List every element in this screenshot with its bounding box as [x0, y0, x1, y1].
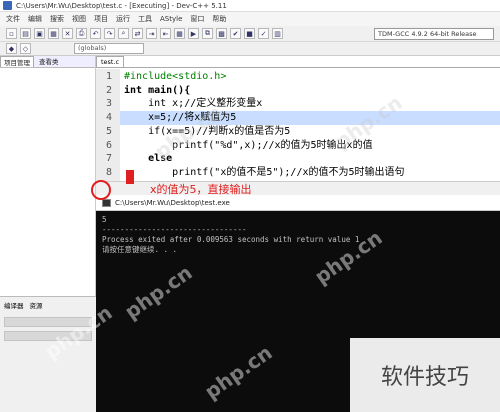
console-prompt: 请按任意键继续. . .	[102, 245, 178, 254]
line-number: 4	[105, 112, 112, 123]
project-panel: 项目管理 查看类 编译器 资源	[0, 56, 96, 412]
undo-icon[interactable]: ↶	[90, 28, 101, 39]
title-bar: C:\Users\Mr.Wu\Desktop\test.c - [Executi…	[0, 0, 500, 12]
line-number: 1	[105, 71, 112, 82]
tab-class-browser[interactable]: 查看类	[36, 56, 62, 67]
menu-astyle[interactable]: AStyle	[160, 15, 182, 23]
annotation-marker	[126, 170, 134, 184]
tab-resources[interactable]: 资源	[30, 300, 43, 310]
class-icon[interactable]: ◆	[6, 43, 17, 54]
code-line[interactable]: int main(){	[124, 84, 190, 98]
code-editor[interactable]: test.c 1 #include<stdio.h> 2 int main(){…	[96, 56, 500, 181]
code-line[interactable]: printf("x的值不是5");//x的值不为5时输出语句	[124, 166, 404, 180]
tab-compiler[interactable]: 编译器	[4, 300, 24, 310]
line-number: 3	[105, 98, 112, 109]
menu-run[interactable]: 运行	[116, 14, 130, 24]
check-icon[interactable]: ✔	[230, 28, 241, 39]
class-toolbar: ◆ ◇ (globals)	[0, 42, 500, 56]
member-icon[interactable]: ◇	[20, 43, 31, 54]
line-number: 7	[105, 153, 112, 164]
rebuild-icon[interactable]: ▩	[216, 28, 227, 39]
menu-help[interactable]: 帮助	[212, 14, 226, 24]
find-icon[interactable]: ⌕	[118, 28, 129, 39]
run-icon[interactable]: ▶	[188, 28, 199, 39]
stop-icon[interactable]: ■	[244, 28, 255, 39]
console-output-value: 5	[102, 215, 107, 224]
menu-project[interactable]: 项目	[94, 14, 108, 24]
console-separator: --------------------------------	[102, 225, 247, 234]
highlight-circle	[91, 180, 111, 200]
devcpp-app-icon	[3, 1, 12, 10]
menu-bar: 文件 编辑 搜索 视图 项目 运行 工具 AStyle 窗口 帮助	[0, 12, 500, 26]
brand-text: 软件技巧	[380, 365, 469, 390]
code-line[interactable]: #include<stdio.h>	[124, 70, 226, 84]
open-icon[interactable]: ▤	[20, 28, 31, 39]
project-panel-tabs: 项目管理 查看类	[0, 56, 95, 68]
brand-watermark: 软件技巧	[350, 338, 500, 412]
unindent-icon[interactable]: ⇤	[160, 28, 171, 39]
scope-select[interactable]: (globals)	[74, 43, 144, 54]
menu-file[interactable]: 文件	[6, 14, 20, 24]
menu-tools[interactable]: 工具	[138, 14, 152, 24]
code-line[interactable]: int x;//定义整形变量x	[124, 97, 262, 111]
menu-window[interactable]: 窗口	[190, 14, 204, 24]
console-title-bar: C:\Users\Mr.Wu\Desktop\test.exe	[96, 196, 500, 211]
console-title: C:\Users\Mr.Wu\Desktop\test.exe	[115, 199, 230, 207]
chart-icon[interactable]: ▥	[272, 28, 283, 39]
window-title: C:\Users\Mr.Wu\Desktop\test.c - [Executi…	[16, 1, 227, 10]
line-number: 5	[105, 126, 112, 137]
main-toolbar: ▫ ▤ ▣ ▦ ✕ ⎙ ↶ ↷ ⌕ ⇄ ⇥ ⇤ ▦ ▶ ⧉ ▩ ✔ ■ ✓ ▥ …	[0, 26, 500, 42]
save-icon[interactable]: ▣	[34, 28, 45, 39]
compile-run-icon[interactable]: ⧉	[202, 28, 213, 39]
replace-icon[interactable]: ⇄	[132, 28, 143, 39]
line-number: 6	[105, 140, 112, 151]
compile-icon[interactable]: ▦	[174, 28, 185, 39]
debug-icon[interactable]: ✓	[258, 28, 269, 39]
indent-icon[interactable]: ⇥	[146, 28, 157, 39]
save-all-icon[interactable]: ▦	[48, 28, 59, 39]
tab-project-manager[interactable]: 项目管理	[0, 56, 34, 67]
line-number: 2	[105, 85, 112, 96]
redo-icon[interactable]: ↷	[104, 28, 115, 39]
line-number: 8	[105, 167, 112, 178]
editor-tab-border	[96, 67, 500, 68]
console-icon	[102, 199, 111, 207]
close-icon[interactable]: ✕	[62, 28, 73, 39]
print-icon[interactable]: ⎙	[76, 28, 87, 39]
bottom-panel-tabs: 编译器 资源	[0, 297, 96, 313]
console-exit-line: Process exited after 0.009563 seconds wi…	[102, 235, 360, 244]
menu-search[interactable]: 搜索	[50, 14, 64, 24]
menu-view[interactable]: 视图	[72, 14, 86, 24]
menu-edit[interactable]: 编辑	[28, 14, 42, 24]
annotation-text: x的值为5，直接输出	[150, 183, 252, 196]
new-file-icon[interactable]: ▫	[6, 28, 17, 39]
compiler-select[interactable]: TDM-GCC 4.9.2 64-bit Release	[374, 27, 494, 40]
